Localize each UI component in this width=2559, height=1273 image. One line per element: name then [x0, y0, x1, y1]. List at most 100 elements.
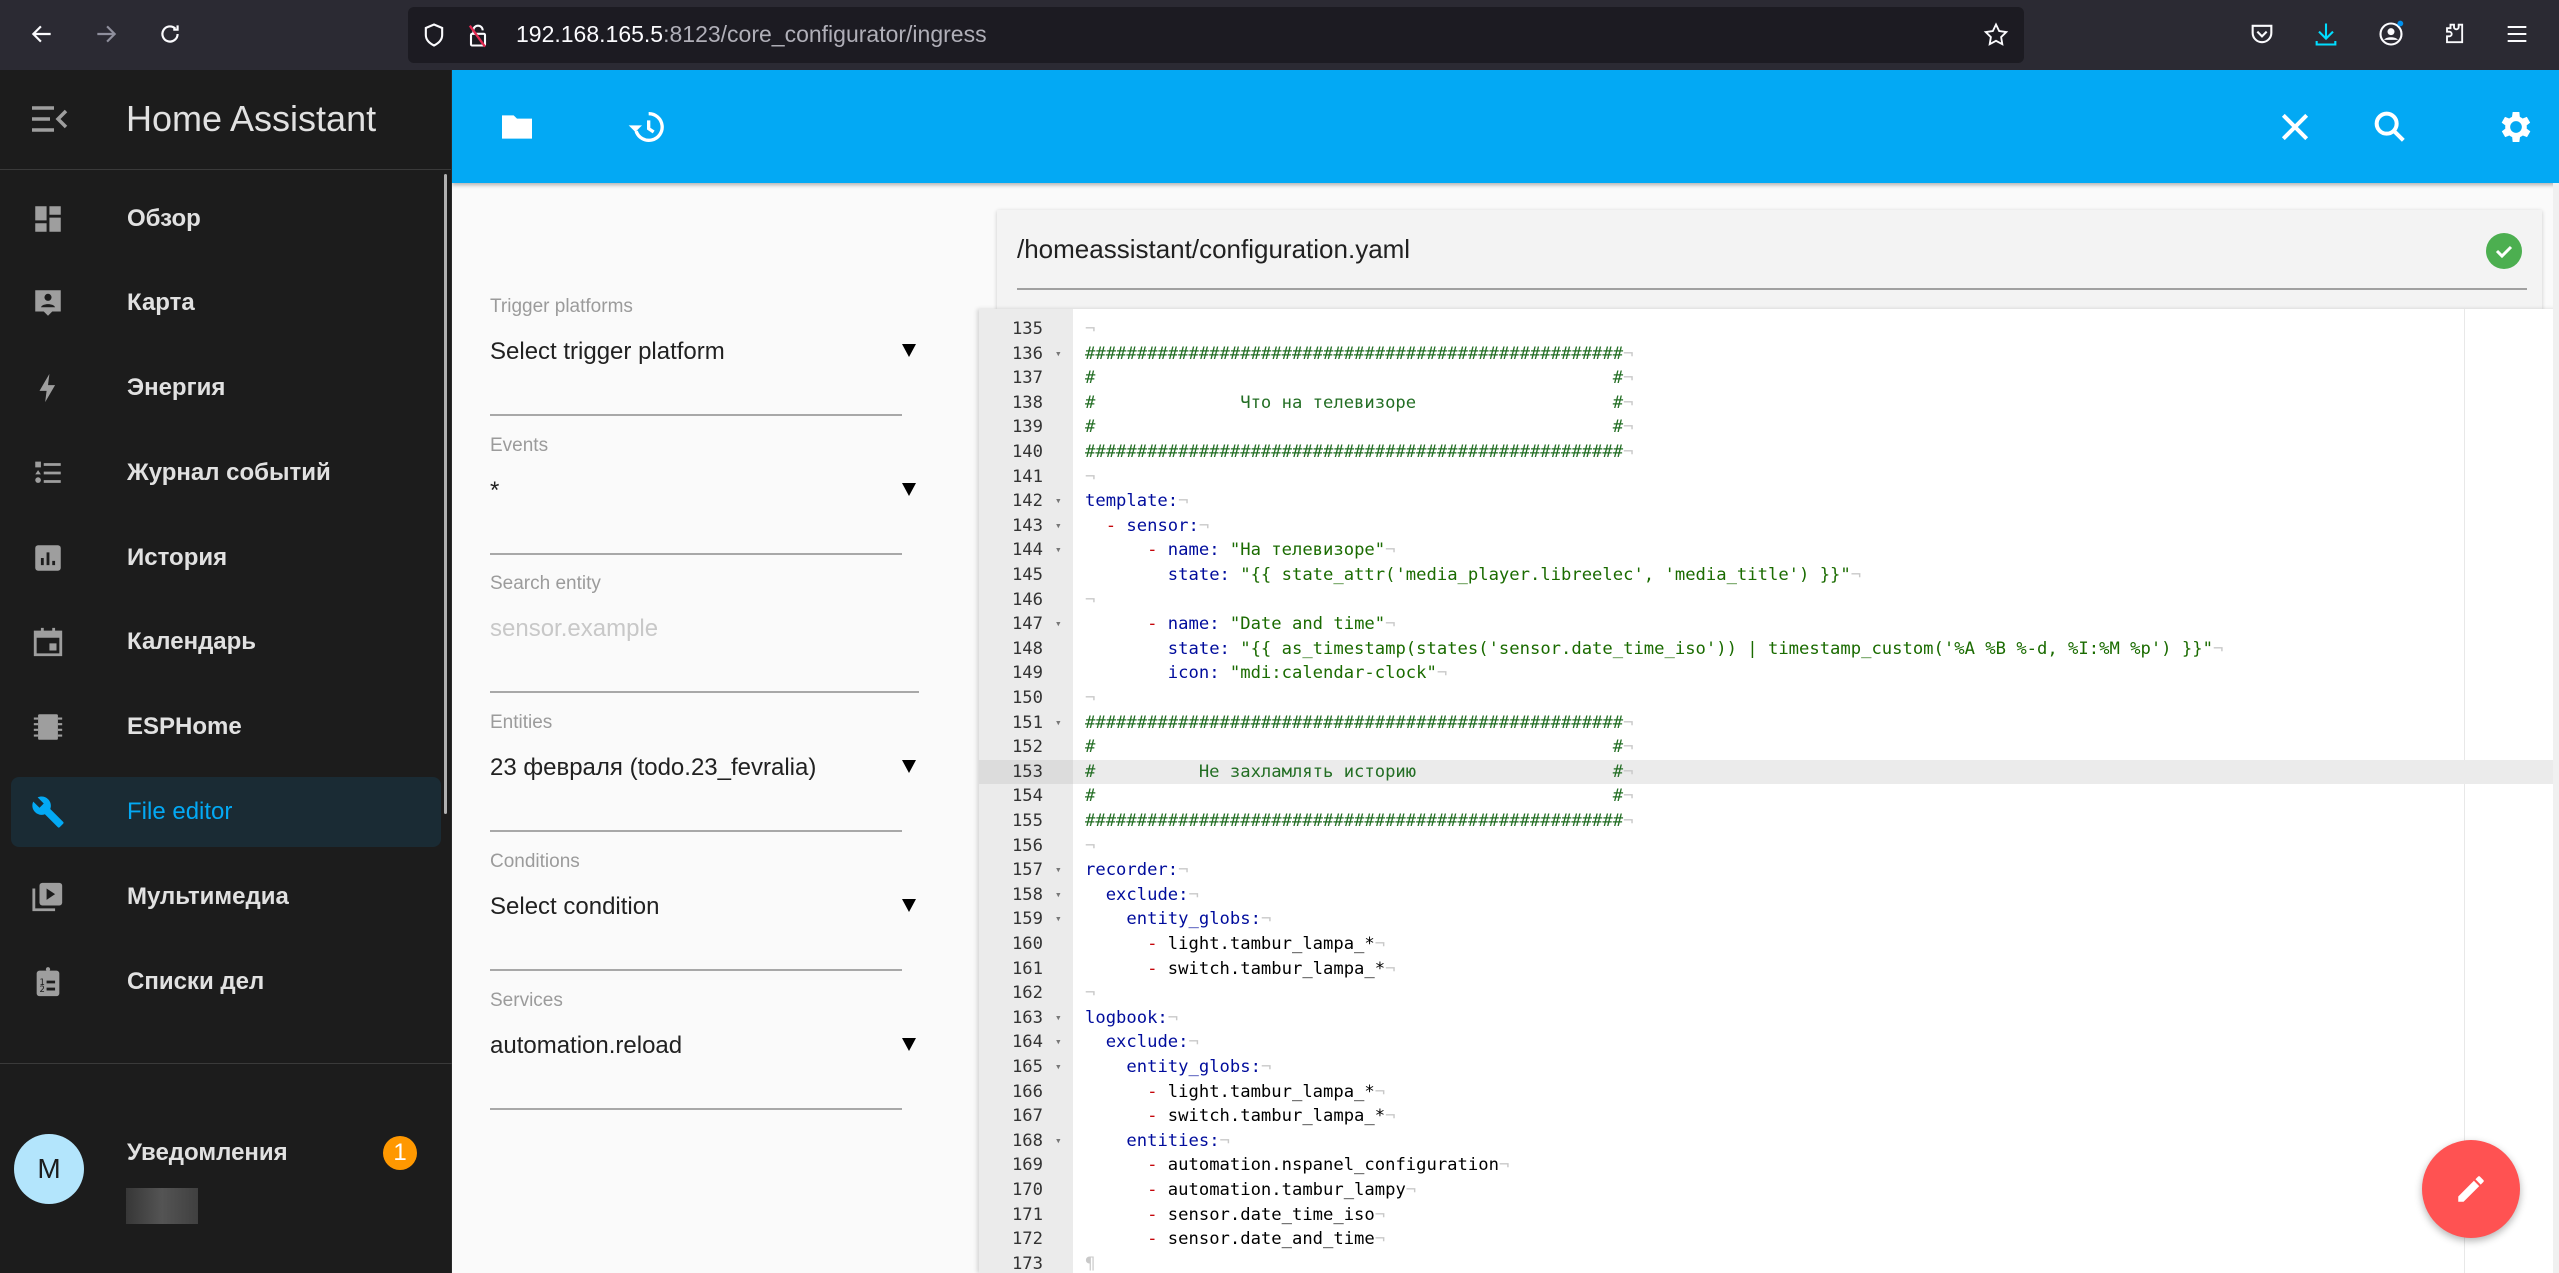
- close-file-button[interactable]: [2274, 106, 2316, 148]
- code-line[interactable]: 154 # #¬: [979, 784, 2559, 809]
- line-text: ¬: [1085, 589, 1096, 610]
- settings-button[interactable]: [2495, 106, 2537, 148]
- sidebar-item-map[interactable]: Карта: [11, 268, 441, 338]
- code-line[interactable]: 167 - switch.tambur_lampa_*¬: [979, 1104, 2559, 1129]
- menu-collapse-icon[interactable]: [30, 104, 68, 134]
- code-line[interactable]: 136 ▾ ####################################…: [979, 342, 2559, 367]
- code-line[interactable]: 171 - sensor.date_time_iso¬: [979, 1203, 2559, 1228]
- code-line[interactable]: 146 ¬: [979, 588, 2559, 613]
- code-line[interactable]: 170 - automation.tambur_lampy¬: [979, 1178, 2559, 1203]
- code-line[interactable]: 165 ▾ entity_globs:¬: [979, 1055, 2559, 1080]
- conditions-select[interactable]: Conditions Select condition: [490, 851, 916, 971]
- back-button[interactable]: [22, 14, 62, 54]
- code-line[interactable]: 141 ¬: [979, 465, 2559, 490]
- code-line[interactable]: 168 ▾ entities:¬: [979, 1129, 2559, 1154]
- sidebar-item-overview[interactable]: Обзор: [11, 184, 441, 254]
- code-line[interactable]: 163 ▾ logbook:¬: [979, 1006, 2559, 1031]
- sidebar-scrollbar[interactable]: [444, 174, 447, 814]
- code-line[interactable]: 144 ▾ - name: "На телевизоре"¬: [979, 538, 2559, 563]
- fold-toggle-icon[interactable]: ▾: [1055, 907, 1062, 932]
- code-line[interactable]: 169 - automation.nspanel_configuration¬: [979, 1153, 2559, 1178]
- code-line[interactable]: 164 ▾ exclude:¬: [979, 1030, 2559, 1055]
- account-button[interactable]: [2372, 15, 2410, 53]
- code-line[interactable]: 166 - light.tambur_lampa_*¬: [979, 1080, 2559, 1105]
- code-line[interactable]: 142 ▾ template:¬: [979, 489, 2559, 514]
- code-line[interactable]: 155 #####################################…: [979, 809, 2559, 834]
- sidebar-item-history[interactable]: История: [11, 523, 441, 593]
- code-line[interactable]: 157 ▾ recorder:¬: [979, 858, 2559, 883]
- code-line[interactable]: 140 #####################################…: [979, 440, 2559, 465]
- code-editor[interactable]: 135 ¬ 136 ▾ ################################…: [979, 309, 2559, 1273]
- code-line[interactable]: 153 # Не захламлять историю #¬: [979, 759, 2559, 785]
- sidebar-item-esphome[interactable]: ESPHome: [11, 692, 441, 762]
- code-line[interactable]: 162 ¬: [979, 981, 2559, 1006]
- fold-toggle-icon[interactable]: ▾: [1055, 858, 1062, 883]
- url-text[interactable]: 192.168.165.5:8123/core_configurator/ing…: [516, 21, 987, 48]
- code-line[interactable]: 148 state: "{{ as_timestamp(states('sens…: [979, 637, 2559, 662]
- code-line[interactable]: 160 - light.tambur_lampa_*¬: [979, 932, 2559, 957]
- browse-files-button[interactable]: [496, 106, 538, 148]
- code-line[interactable]: 149 icon: "mdi:calendar-clock"¬: [979, 661, 2559, 686]
- fold-toggle-icon[interactable]: ▾: [1055, 538, 1062, 563]
- code-line[interactable]: 139 # #¬: [979, 415, 2559, 440]
- extensions-button[interactable]: [2435, 15, 2473, 53]
- sidebar-item-file-editor[interactable]: File editor: [11, 777, 441, 847]
- line-text: - name: "На телевизоре"¬: [1147, 540, 1396, 561]
- search-button[interactable]: [2369, 106, 2411, 148]
- code-line[interactable]: 138 # Что на телевизоре #¬: [979, 391, 2559, 416]
- app-menu-button[interactable]: [2498, 15, 2536, 53]
- fold-toggle-icon[interactable]: ▾: [1055, 1030, 1062, 1055]
- file-path[interactable]: /homeassistant/configuration.yaml: [1017, 234, 1410, 265]
- sidebar-item-logbook[interactable]: Журнал событий: [11, 438, 441, 508]
- address-bar[interactable]: 192.168.165.5:8123/core_configurator/ing…: [408, 7, 2024, 63]
- fold-toggle-icon[interactable]: ▾: [1055, 1129, 1062, 1154]
- code-line[interactable]: 161 - switch.tambur_lampa_*¬: [979, 957, 2559, 982]
- bookmark-star-icon[interactable]: [1982, 21, 2010, 49]
- fold-toggle-icon[interactable]: ▾: [1055, 1055, 1062, 1080]
- code-line[interactable]: 159 ▾ entity_globs:¬: [979, 907, 2559, 932]
- code-line[interactable]: 156 ¬: [979, 834, 2559, 859]
- search-entity-input[interactable]: Search entity sensor.example: [490, 573, 919, 693]
- events-select[interactable]: Events *: [490, 435, 916, 555]
- fold-toggle-icon[interactable]: ▾: [1055, 514, 1062, 539]
- code-line[interactable]: 151 ▾ ####################################…: [979, 711, 2559, 736]
- code-line[interactable]: 135 ¬: [979, 317, 2559, 342]
- pocket-button[interactable]: [2243, 15, 2281, 53]
- history-button[interactable]: [626, 106, 668, 148]
- line-text: - switch.tambur_lampa_*¬: [1147, 958, 1396, 979]
- code-line[interactable]: 152 # #¬: [979, 735, 2559, 760]
- code-line[interactable]: 143 ▾ - sensor:¬: [979, 514, 2559, 539]
- fold-toggle-icon[interactable]: ▾: [1055, 883, 1062, 908]
- code-line[interactable]: 145 state: "{{ state_attr('media_player.…: [979, 563, 2559, 588]
- edit-fab-button[interactable]: [2422, 1140, 2520, 1238]
- code-line[interactable]: 158 ▾ exclude:¬: [979, 883, 2559, 908]
- code-line[interactable]: 150 ¬: [979, 686, 2559, 711]
- line-text: exclude:¬: [1105, 1032, 1199, 1053]
- sidebar-item-media[interactable]: Мультимедиа: [11, 862, 441, 932]
- reload-button[interactable]: [150, 14, 190, 54]
- code-line[interactable]: 172 - sensor.date_and_time¬: [979, 1227, 2559, 1252]
- forward-button[interactable]: [86, 14, 126, 54]
- line-number: 145: [1011, 565, 1043, 585]
- fold-toggle-icon[interactable]: ▾: [1055, 489, 1062, 514]
- shield-icon[interactable]: [420, 21, 448, 49]
- fold-toggle-icon[interactable]: ▾: [1055, 711, 1062, 736]
- sidebar-item-todo[interactable]: 12 Списки дел: [11, 947, 441, 1017]
- insecure-lock-icon[interactable]: [464, 21, 492, 49]
- fold-toggle-icon[interactable]: ▾: [1055, 1006, 1062, 1031]
- code-line[interactable]: 137 # #¬: [979, 366, 2559, 391]
- trigger-platform-select[interactable]: Trigger platforms Select trigger platfor…: [490, 296, 916, 416]
- sidebar-title: Home Assistant: [126, 98, 377, 139]
- page-scrollbar[interactable]: [2553, 183, 2559, 1273]
- fold-toggle-icon[interactable]: ▾: [1055, 612, 1062, 637]
- code-line[interactable]: 147 ▾ - name: "Date and time"¬: [979, 612, 2559, 637]
- sidebar-item-calendar[interactable]: Календарь: [11, 607, 441, 677]
- fold-toggle-icon[interactable]: ▾: [1055, 342, 1062, 367]
- sidebar-item-energy[interactable]: Энергия: [11, 353, 441, 423]
- entities-select[interactable]: Entities 23 февраля (todo.23_fevralia): [490, 712, 916, 832]
- downloads-button[interactable]: [2307, 15, 2345, 53]
- code-line[interactable]: 173 ¶: [979, 1252, 2559, 1273]
- user-avatar[interactable]: M: [14, 1134, 84, 1204]
- user-name-redacted[interactable]: [126, 1188, 198, 1224]
- services-select[interactable]: Services automation.reload: [490, 990, 916, 1110]
